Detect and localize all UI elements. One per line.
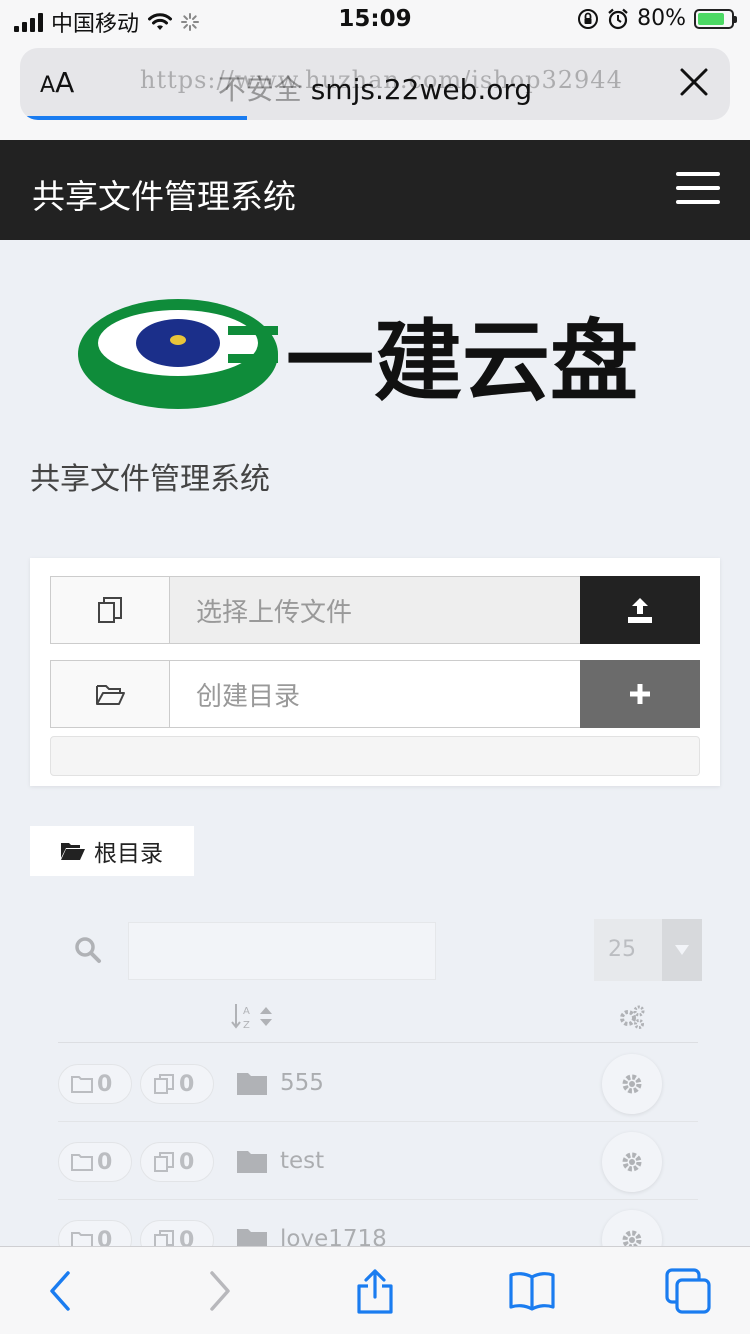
browser-toolbar — [0, 1246, 750, 1334]
upload-row: 选择上传文件 — [50, 576, 700, 644]
upload-progress-bar — [50, 736, 700, 776]
page-subtitle: 共享文件管理系统 — [30, 462, 270, 497]
share-icon[interactable] — [351, 1267, 399, 1315]
address-bar[interactable]: AA https://www.huzhan.com/ishop32944 不安全… — [20, 48, 730, 120]
navbar-brand[interactable]: 共享文件管理系统 — [32, 170, 296, 218]
create-dir-button[interactable] — [580, 660, 700, 728]
folder-open-icon — [50, 660, 170, 728]
browser-address-area: AA https://www.huzhan.com/ishop32944 不安全… — [0, 40, 750, 140]
orientation-lock-icon — [578, 8, 599, 29]
folder-icon — [71, 1076, 93, 1093]
folder-name[interactable]: test — [280, 1148, 324, 1174]
table-row[interactable]: 0 0 test — [58, 1122, 698, 1200]
page-size-select[interactable]: 25 — [594, 919, 702, 981]
row-actions-button[interactable] — [602, 1054, 662, 1114]
search-icon — [75, 937, 101, 963]
forward-icon[interactable] — [194, 1267, 242, 1315]
file-select-input[interactable]: 选择上传文件 — [169, 576, 581, 644]
table-header-divider — [58, 1042, 698, 1043]
gear-icon — [622, 1152, 642, 1172]
file-icon — [154, 1074, 174, 1094]
url-host: smjs.22web.org — [310, 73, 533, 106]
breadcrumb-root[interactable]: 根目录 — [30, 826, 194, 876]
upload-icon — [628, 598, 652, 623]
chevron-down-icon — [662, 919, 702, 981]
svg-text:A: A — [243, 1006, 250, 1017]
file-count-badge: 0 — [140, 1142, 214, 1182]
gears-icon — [620, 1005, 645, 1029]
alarm-icon — [608, 8, 628, 29]
folder-icon — [71, 1154, 93, 1171]
folder-count-badge: 0 — [58, 1064, 132, 1104]
svg-text:Z: Z — [243, 1020, 250, 1031]
site-logo: 一建云盘 — [78, 299, 638, 412]
gear-icon — [622, 1074, 642, 1094]
file-table: 25 A Z 0 0 555 0 0 test 0 0 love1718 — [30, 892, 720, 1270]
url-text: 不安全 smjs.22web.org — [20, 68, 730, 108]
table-search-input[interactable] — [128, 922, 436, 980]
create-dir-row: 创建目录 — [50, 660, 700, 728]
close-icon[interactable] — [676, 64, 712, 100]
folder-open-icon — [61, 843, 85, 860]
battery-icon — [694, 8, 737, 29]
plus-icon — [630, 684, 650, 704]
file-icon — [154, 1152, 174, 1172]
back-icon[interactable] — [38, 1267, 86, 1315]
page-load-progress — [20, 116, 248, 120]
upload-button[interactable] — [580, 576, 700, 644]
folder-name[interactable]: 555 — [280, 1070, 324, 1096]
status-bar: 中国移动 15:09 80% — [0, 0, 750, 40]
sort-alpha-icon[interactable]: A Z — [230, 1002, 276, 1032]
bookmarks-icon[interactable] — [508, 1267, 556, 1315]
logo-text: 一建云盘 — [286, 310, 638, 412]
tabs-icon[interactable] — [664, 1267, 712, 1315]
breadcrumb-label: 根目录 — [94, 841, 163, 867]
row-actions-button[interactable] — [602, 1132, 662, 1192]
folder-count-badge: 0 — [58, 1142, 132, 1182]
menu-icon[interactable] — [676, 172, 720, 206]
create-dir-input[interactable]: 创建目录 — [169, 660, 581, 728]
upload-panel: 选择上传文件 创建目录 — [30, 558, 720, 786]
top-navbar: 共享文件管理系统 — [0, 140, 750, 240]
not-secure-label: 不安全 — [217, 73, 302, 106]
file-icon — [50, 576, 170, 644]
battery-percent: 80% — [637, 6, 686, 31]
file-count-badge: 0 — [140, 1064, 214, 1104]
folder-icon — [237, 1151, 267, 1173]
page-size-value: 25 — [608, 937, 636, 962]
table-row[interactable]: 0 0 555 — [58, 1044, 698, 1122]
folder-icon — [237, 1073, 267, 1095]
